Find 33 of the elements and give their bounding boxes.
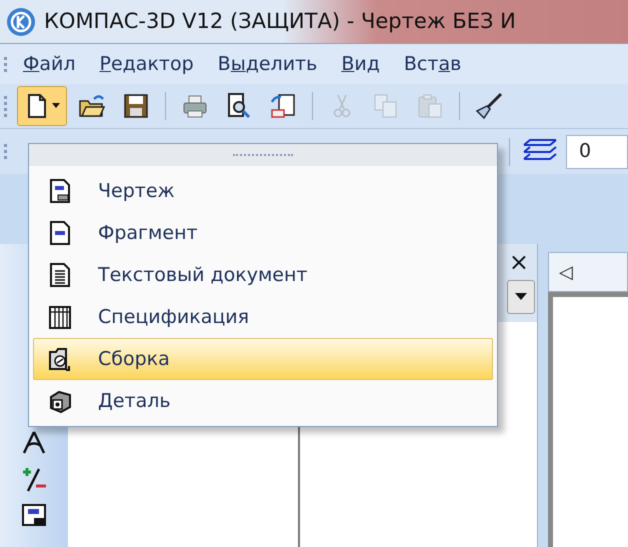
dropdown-button[interactable] [507, 280, 535, 314]
menu-item[interactable]: Спецификация [33, 296, 493, 338]
menu-item[interactable]: Чертеж [33, 170, 493, 212]
menu-item[interactable]: Выделить [206, 50, 330, 78]
window-title: КОМПАС-3D V12 (ЗАЩИТА) - Чертеж БЕЗ И [44, 8, 516, 35]
page-magnifier-icon [225, 92, 253, 120]
caret-icon [51, 102, 61, 110]
document-tab[interactable]: ◁ [548, 252, 628, 292]
menu-item[interactable]: Текстовый документ [33, 254, 493, 296]
paintbrush-icon [475, 92, 503, 120]
menu-item[interactable]: Вид [329, 50, 392, 78]
assembly-box-icon [47, 346, 73, 372]
menu-item[interactable]: Деталь [33, 380, 493, 422]
menu-item[interactable]: Сборка [33, 338, 493, 380]
fragment-sheet-icon [47, 220, 73, 246]
cube-part-icon [47, 388, 73, 414]
caret-icon [515, 293, 527, 301]
plus-minus-icon[interactable] [20, 465, 48, 493]
fragment-sheet-icon[interactable] [20, 501, 48, 529]
sheet-arrow-icon [269, 92, 297, 120]
menu-item[interactable]: Файл [11, 50, 88, 78]
menu-grip[interactable] [29, 144, 497, 166]
close-button[interactable]: × [508, 250, 529, 274]
app-logo-icon [6, 6, 36, 36]
drawing-sheet-icon [47, 178, 73, 204]
clipboard-icon [416, 92, 444, 120]
table-sheet-icon [47, 304, 73, 330]
layer-field[interactable]: 0 [566, 134, 628, 168]
text-page-icon [47, 262, 73, 288]
menu-item[interactable]: Фрагмент [33, 212, 493, 254]
new-document-button[interactable] [17, 86, 67, 126]
menu-item[interactable]: Редактор [88, 50, 206, 78]
menu-item[interactable]: Встав [392, 50, 474, 78]
